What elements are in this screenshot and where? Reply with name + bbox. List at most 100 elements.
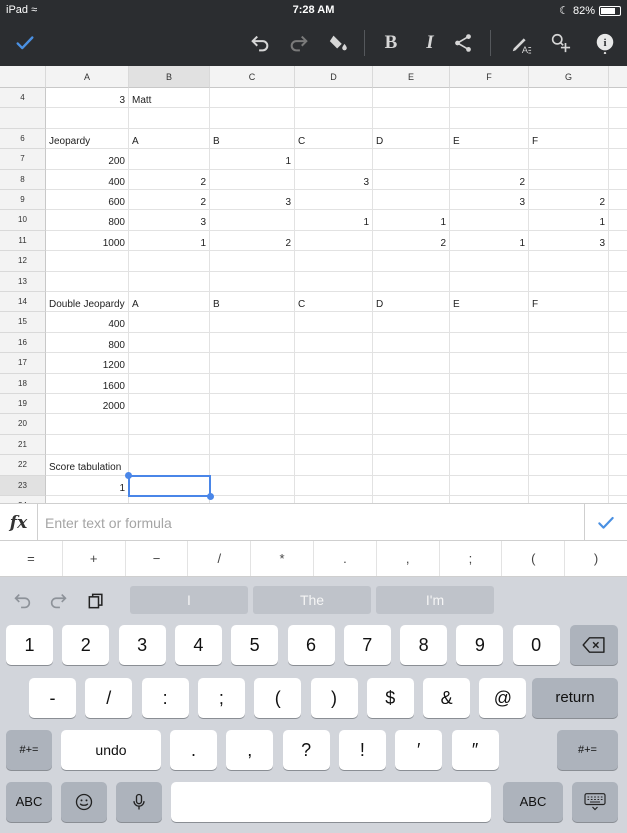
grid-cell[interactable]: 800 [46,332,129,354]
row-header[interactable]: 10 [0,210,46,231]
grid-cell[interactable] [129,332,210,354]
grid-cell[interactable] [210,108,295,129]
row-header[interactable]: 22 [0,455,46,476]
grid-cell[interactable] [609,435,627,456]
grid-cell[interactable] [529,312,609,333]
operator-key[interactable]: ( [502,541,566,576]
grid-cell[interactable] [373,496,450,503]
grid-cell[interactable] [529,455,609,476]
grid-cell[interactable] [529,271,609,292]
grid-cell[interactable]: 1 [129,230,210,252]
grid-cell[interactable] [373,149,450,170]
grid-cell[interactable] [295,312,373,333]
grid-cell[interactable] [450,332,529,354]
grid-cell[interactable] [609,394,627,415]
bold-icon[interactable]: B [376,28,406,58]
suggestion-1[interactable]: I [130,586,248,614]
formula-confirm-button[interactable] [584,504,627,542]
grid-cell[interactable] [450,394,529,415]
text-format-icon[interactable]: A [506,28,536,58]
grid-cell[interactable]: C [295,292,373,313]
grid-cell[interactable] [450,271,529,292]
grid-cell[interactable] [210,88,295,109]
grid-cell[interactable] [529,149,609,170]
row-header[interactable]: 21 [0,434,46,456]
grid-cell[interactable] [210,332,295,354]
grid-cell[interactable] [210,353,295,374]
keyboard-redo-icon[interactable] [47,590,71,612]
column-header-g[interactable]: G [529,66,609,88]
key[interactable]: 5 [231,625,279,665]
grid-cell[interactable]: 800 [46,210,129,231]
grid-cell[interactable] [609,353,627,374]
grid-cell[interactable]: B [210,292,295,313]
grid-cell[interactable]: 2 [450,169,529,190]
operator-key[interactable]: − [126,541,189,576]
operator-key[interactable]: , [377,541,440,576]
key[interactable]: 2 [62,625,110,665]
selection-handle-bottom-right[interactable] [207,493,214,500]
grid-cell[interactable]: 2000 [46,394,129,415]
grid-cell[interactable] [529,414,609,435]
grid-cell[interactable]: 400 [46,169,129,190]
key[interactable]: . [170,730,217,770]
grid-cell[interactable]: 1600 [46,373,129,394]
grid-cell[interactable] [373,434,450,456]
grid-cell[interactable] [210,475,295,496]
grid-cell[interactable] [450,475,529,496]
grid-cell[interactable] [529,169,609,190]
grid-cell[interactable]: D [373,128,450,150]
undo-icon[interactable] [245,28,275,58]
grid-cell[interactable] [450,414,529,435]
grid-cell[interactable] [450,149,529,170]
row-header[interactable]: 14 [0,292,46,313]
grid-cell[interactable]: 3 [210,190,295,211]
return-key[interactable]: return [532,678,618,718]
key[interactable]: @ [479,678,527,718]
grid-cell[interactable] [609,333,627,354]
grid-cell[interactable] [129,475,210,496]
row-header[interactable]: 9 [0,190,46,211]
grid-cell[interactable] [529,496,609,503]
grid-cell[interactable] [129,394,210,415]
grid-cell[interactable]: Matt [129,88,210,109]
formula-input[interactable] [40,504,584,542]
grid-cell[interactable]: 3 [529,230,609,252]
grid-cell[interactable] [529,394,609,415]
grid-cell[interactable]: A [129,128,210,150]
grid-cell[interactable]: 2 [129,169,210,190]
grid-cell[interactable] [210,312,295,333]
grid-cell[interactable] [295,496,373,503]
operator-key[interactable]: ; [440,541,503,576]
grid-cell[interactable] [295,332,373,354]
backspace-key[interactable] [570,625,618,665]
operator-key[interactable]: / [188,541,252,576]
grid-cell[interactable]: 1 [46,475,129,496]
row-header[interactable]: 13 [0,271,46,292]
grid-cell[interactable] [373,414,450,435]
key[interactable]: 1 [6,625,53,665]
grid-cell[interactable] [46,496,129,503]
paint-format-icon[interactable] [324,28,354,58]
grid-cell[interactable]: A [129,292,210,313]
grid-cell[interactable] [609,272,627,292]
grid-cell[interactable]: E [450,128,529,150]
grid-cell[interactable] [373,251,450,272]
row-header[interactable]: 17 [0,353,46,374]
info-icon[interactable]: i [590,28,620,58]
grid-cell[interactable] [295,230,373,252]
grid-cell[interactable] [210,373,295,394]
microphone-key[interactable] [116,782,162,822]
grid-cell[interactable] [450,88,529,109]
grid-cell[interactable]: Score tabulation [46,455,129,476]
grid-cell[interactable] [129,414,210,435]
grid-cell[interactable] [609,210,627,231]
row-header[interactable]: 15 [0,312,46,333]
grid-cell[interactable] [529,251,609,272]
grid-cell[interactable]: 2 [373,230,450,252]
grid-cell[interactable] [129,353,210,374]
selection-handle-top-left[interactable] [125,471,132,479]
grid-cell[interactable] [210,271,295,292]
grid-cell[interactable]: Jeopardy [46,128,129,150]
grid-cell[interactable] [609,476,627,496]
